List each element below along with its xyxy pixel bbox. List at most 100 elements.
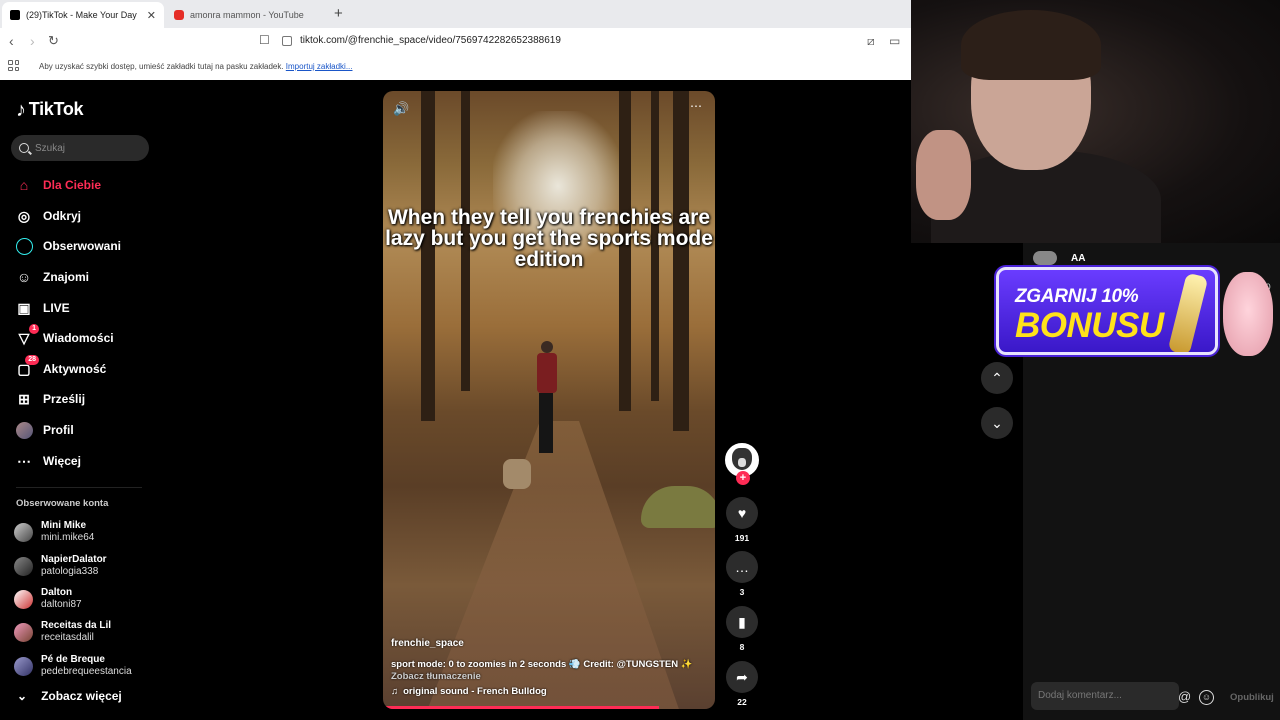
share-button[interactable]: ➦ 22 [724, 661, 760, 707]
comment-input[interactable]: Dodaj komentarz... [1031, 682, 1179, 710]
upload-icon: ⊞ [18, 390, 30, 407]
search-placeholder: Szukaj [35, 142, 66, 154]
tab-youtube[interactable]: amonra mammon - YouTube [166, 2, 328, 28]
account-handle: pedebrequeestancia [41, 666, 132, 677]
extension-icon[interactable]: ⧄ [867, 34, 875, 49]
home-icon: ⌂ [19, 177, 29, 193]
account-handle: patologia338 [41, 566, 99, 577]
mascot-graphic [1223, 272, 1273, 356]
sound-link[interactable]: ♫ original sound - French Bulldog [391, 686, 707, 697]
account-handle: mini.mike64 [41, 532, 95, 543]
nav-upload[interactable]: ⊞ Prześlij [15, 388, 85, 410]
avatar [14, 556, 33, 576]
translate-link[interactable]: Zobacz tłumaczenie [391, 671, 707, 683]
tab-tiktok[interactable]: (29)TikTok - Make Your Day ✕ [2, 2, 164, 28]
avatar [14, 656, 33, 676]
messages-icon: ▽ 1 [15, 324, 39, 347]
nav-following[interactable]: Obserwowani [15, 235, 121, 257]
bookmarks-bar: Aby uzyskać szybki dostęp, umieść zakład… [0, 56, 911, 78]
creator-avatar[interactable]: + [725, 443, 759, 485]
compass-icon: ◎ [17, 207, 31, 224]
forward-icon[interactable]: › [30, 33, 35, 49]
dog-avatar-icon [732, 448, 752, 470]
followed-account[interactable]: Pé de Breque pedebrequeestancia [14, 654, 132, 678]
like-button[interactable]: ♥ 191 [724, 497, 760, 543]
profile-icon [15, 421, 33, 439]
avatar [1033, 251, 1057, 265]
tab-title: (29)TikTok - Make Your Day [26, 10, 137, 20]
reload-icon[interactable]: ↻ [48, 33, 59, 49]
nav-live[interactable]: ▣ LIVE [15, 297, 69, 319]
browser-chrome: (29)TikTok - Make Your Day ✕ amonra mamm… [0, 0, 911, 80]
save-button[interactable]: ▮ 8 [724, 606, 760, 652]
more-options-icon[interactable]: ⋯ [690, 99, 703, 113]
avatar [14, 589, 33, 609]
bookmark-icon: ▮ [726, 606, 758, 638]
close-icon[interactable]: ✕ [147, 9, 156, 22]
video-dog [503, 459, 531, 489]
see-more-button[interactable]: ⌄ Zobacz więcej [17, 689, 122, 703]
import-bookmarks-link[interactable]: Importuj zakładki... [286, 62, 353, 71]
account-name: Dalton [41, 587, 73, 598]
tiktok-logo[interactable]: ♪ TikTok [16, 98, 84, 121]
video-description: sport mode: 0 to zoomies in 2 seconds 💨 … [391, 659, 693, 670]
comment-author[interactable]: AA [1033, 251, 1085, 265]
bookmark-icon[interactable]: ☐ [259, 33, 270, 47]
share-count: 22 [737, 697, 747, 707]
volume-icon[interactable]: 🔊 [393, 101, 409, 117]
youtube-favicon-icon [174, 10, 184, 20]
promo-banner: ZGARNIJ 10% BONUSU [996, 267, 1218, 355]
banner-line2: BONUSU [1015, 306, 1164, 345]
nav-messages[interactable]: ▽ 1 Wiadomości [15, 324, 114, 349]
next-video-button[interactable]: ⌄ [981, 407, 1013, 439]
tab-bar: (29)TikTok - Make Your Day ✕ amonra mamm… [0, 0, 911, 28]
nav-friends[interactable]: ☺ Znajomi [15, 266, 89, 288]
followed-account[interactable]: NapierDalator patologia338 [14, 554, 107, 578]
video-player[interactable]: 🔊 ⋯ When they tell you frenchies are laz… [383, 91, 715, 709]
followed-account[interactable]: Dalton daltoni87 [14, 587, 82, 611]
chevron-up-icon: ⌃ [991, 369, 1003, 386]
nav-activity[interactable]: ▢ 28 Aktywność [15, 355, 106, 380]
mention-icon[interactable]: @ [1178, 689, 1191, 704]
cast-icon[interactable]: ▭ [889, 34, 900, 48]
comment-count: 3 [739, 587, 745, 597]
following-icon [15, 237, 33, 255]
apps-grid-icon[interactable] [8, 60, 19, 71]
comment-button[interactable]: … 3 [724, 551, 760, 597]
more-icon: ⋯ [17, 452, 31, 469]
publish-button[interactable]: Opublikuj [1230, 692, 1274, 703]
account-handle: daltoni87 [41, 599, 82, 610]
previous-video-button[interactable]: ⌃ [981, 362, 1013, 394]
chevron-down-icon: ⌄ [17, 689, 28, 703]
account-name: Receitas da Lil [41, 620, 112, 631]
comment-icon: … [726, 551, 758, 583]
video-rock [641, 486, 715, 528]
search-input[interactable]: Szukaj [11, 135, 149, 161]
follow-plus-icon[interactable]: + [736, 471, 750, 485]
address-bar[interactable]: tiktok.com/@frenchie_space/video/7569742… [282, 35, 561, 46]
nav-explore[interactable]: ◎ Odkryj [15, 205, 81, 227]
chevron-down-icon: ⌄ [991, 414, 1003, 431]
nav-for-you[interactable]: ⌂ Dla Ciebie [15, 174, 101, 196]
emoji-icon[interactable]: ☺ [1199, 690, 1214, 705]
followed-account[interactable]: Receitas da Lil receitasdalil [14, 620, 111, 644]
webcam-overlay [911, 0, 1280, 243]
tiktok-favicon-icon [10, 10, 20, 20]
account-name: NapierDalator [41, 554, 107, 565]
tiktok-note-icon: ♪ [16, 98, 26, 121]
back-icon[interactable]: ‹ [9, 33, 14, 49]
account-name: Mini Mike [41, 520, 87, 531]
followed-account[interactable]: Mini Mike mini.mike64 [14, 520, 94, 544]
live-icon: ▣ [17, 299, 31, 316]
nav-profile[interactable]: Profil [15, 419, 74, 441]
video-progress-bar[interactable] [383, 706, 659, 709]
url-text: tiktok.com/@frenchie_space/video/7569742… [300, 35, 561, 46]
new-tab-button[interactable]: + [334, 5, 343, 22]
video-username[interactable]: frenchie_space [391, 638, 707, 649]
messages-badge: 1 [29, 324, 39, 334]
banner-line1: ZGARNIJ 10% [1015, 286, 1139, 307]
nav-more[interactable]: ⋯ Więcej [15, 450, 81, 472]
video-caption: When they tell you frenchies are lazy bu… [385, 206, 713, 271]
site-info-icon[interactable] [282, 35, 292, 46]
activity-icon: ▢ 28 [15, 355, 39, 378]
